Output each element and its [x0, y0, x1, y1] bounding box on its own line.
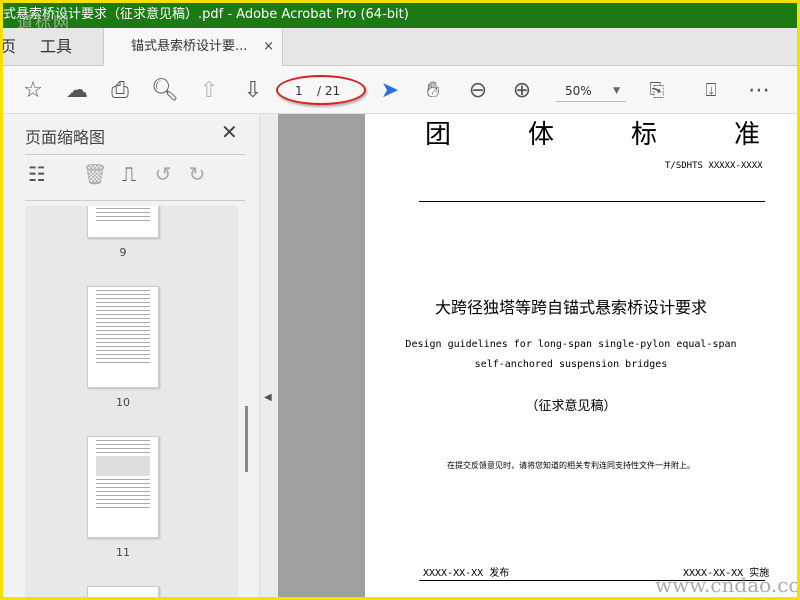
header-char: 团	[425, 120, 452, 150]
close-tab-icon[interactable]: ×	[263, 28, 274, 66]
fit-page-icon[interactable]: ⎘	[643, 76, 671, 104]
thumbnail-page-12[interactable]	[87, 586, 159, 597]
title-bar: 式悬索桥设计要求（征求意见稿）.pdf - Adobe Acrobat Pro …	[3, 3, 797, 32]
toolbar: ☆ ☁ ⎙ 🔍︎ ⇧ ⇩ 1 / 21 ➤ ✋︎ ⊖ ⊕ 50% ▼ ⎘ ⍗ ⋯	[3, 66, 797, 114]
thumbnail-page-10[interactable]	[87, 286, 159, 388]
prev-page-icon[interactable]: ⇧	[195, 76, 223, 104]
bookmark-star-icon[interactable]: ☆	[19, 76, 47, 104]
tab-home[interactable]: 页	[3, 28, 16, 66]
header-char: 标	[631, 120, 658, 150]
rotate-left-icon[interactable]: ↺	[149, 160, 177, 188]
watermark-url: www.cndao.com	[655, 573, 797, 597]
thumbnail-page-9[interactable]	[87, 206, 159, 238]
thumbnail-label: 11	[116, 546, 130, 559]
divider	[25, 154, 245, 155]
draft-label: （征求意见稿）	[525, 399, 617, 414]
tab-document-label: 锚式悬索桥设计要...	[131, 39, 248, 54]
document-background	[278, 114, 365, 597]
page-total: / 21	[317, 84, 341, 98]
title-cn: 大跨径独塔等跨自锚式悬索桥设计要求	[434, 298, 707, 317]
pdf-page: 团 体 标 准 T/SDHTS XXXXX-XXXX 大跨径独塔等跨自锚式悬索桥…	[365, 114, 797, 597]
scrollbar-thumb[interactable]	[245, 406, 248, 472]
page-number-field[interactable]: 1 / 21	[281, 79, 363, 103]
zoom-in-icon[interactable]: ⊕	[508, 76, 536, 104]
zoom-select[interactable]: 50% ▼	[556, 80, 626, 102]
thumbnail-label: 10	[116, 396, 130, 409]
delete-icon[interactable]: 🗑︎	[81, 160, 109, 188]
thumbnail-page-11[interactable]	[87, 436, 159, 538]
tab-tools[interactable]: 工具	[40, 28, 72, 66]
thumbnail-list: 9 10 11	[25, 206, 238, 597]
panel-splitter[interactable]: ◀	[260, 114, 278, 597]
publish-date: XXXX-XX-XX 发布	[423, 568, 510, 579]
chevron-down-icon: ▼	[613, 86, 620, 96]
tab-document[interactable]: 锚式悬索桥设计要... ×	[103, 28, 283, 67]
zoom-out-icon[interactable]: ⊖	[464, 76, 492, 104]
options-menu-icon[interactable]: ☷	[23, 160, 51, 188]
panel-title: 页面缩略图	[25, 128, 106, 147]
header-rule	[419, 201, 765, 202]
thumbnail-scrollbar[interactable]	[240, 206, 254, 597]
header-char: 体	[528, 120, 555, 150]
more-icon[interactable]: ⋯	[745, 76, 773, 104]
header-char: 准	[734, 120, 761, 150]
title-en-line1: Design guidelines for long-span single-p…	[405, 339, 737, 350]
hand-tool-icon[interactable]: ✋︎	[419, 76, 447, 104]
page-current[interactable]: 1	[295, 79, 303, 103]
patent-notice: 在提交反馈意见时，请将您知道的相关专利连同支持性文件一并附上。	[447, 461, 695, 470]
select-cursor-icon[interactable]: ➤	[376, 76, 404, 104]
collapse-arrow-icon[interactable]: ◀	[264, 392, 272, 403]
tab-bar: 页 工具 锚式悬索桥设计要... ×	[3, 28, 797, 67]
search-zoom-icon[interactable]: 🔍︎	[151, 76, 179, 104]
next-page-icon[interactable]: ⇩	[239, 76, 267, 104]
insert-page-icon[interactable]: ⎍	[115, 160, 143, 188]
rotate-right-icon[interactable]: ↻	[183, 160, 211, 188]
thumbnail-panel: 页面缩略图 ✕ ☷ 🗑︎ ⎍ ↺ ↻ 9 10 11	[3, 114, 260, 597]
title-en-line2: self-anchored suspension bridges	[474, 359, 668, 370]
thumbnail-label: 9	[119, 246, 127, 259]
cloud-upload-icon[interactable]: ☁	[63, 76, 91, 104]
standard-code: T/SDHTS XXXXX-XXXX	[665, 161, 763, 171]
divider	[25, 200, 245, 201]
scroll-mode-icon[interactable]: ⍗	[697, 76, 725, 104]
zoom-value: 50%	[565, 84, 592, 98]
print-icon[interactable]: ⎙	[106, 76, 134, 104]
close-panel-icon[interactable]: ✕	[221, 120, 238, 144]
